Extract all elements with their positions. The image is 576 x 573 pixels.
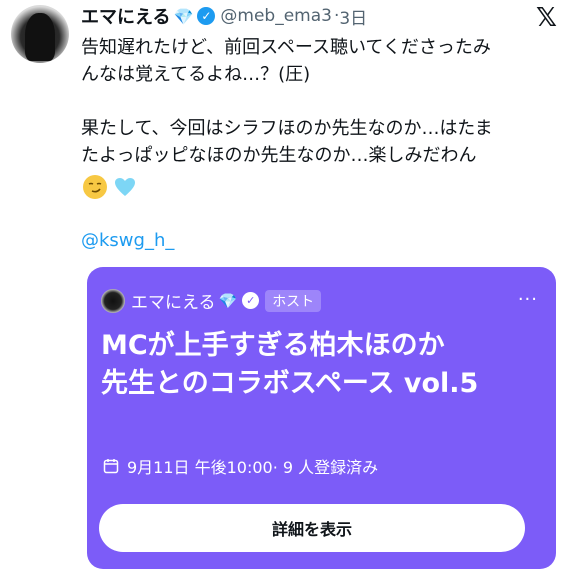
space-title-line: 先生とのコラボスペース vol.5 <box>101 368 479 399</box>
tweet-line: たよっぱッピなほのか先生なのか…楽しみだわん <box>81 145 477 166</box>
light-blue-heart-icon <box>113 175 137 199</box>
space-title: MCが上手すぎる柏木ほのか 先生とのコラボスペース vol.5 <box>101 327 551 403</box>
host-badge: ホスト <box>265 289 322 312</box>
host-name: エマにえる <box>131 293 216 313</box>
space-schedule: 9月11日 午後10:00· 9 人登録済み <box>103 454 378 478</box>
mention-link[interactable]: @kswg_h_ <box>81 230 174 251</box>
space-title-line: MCが上手すぎる柏木ほのか <box>101 330 445 361</box>
gem-icon: 💎 <box>173 6 194 26</box>
author-handle[interactable]: @meb_ema3 <box>220 6 332 26</box>
tweet-line: 果たして、今回はシラフほのか先生なのか…はたま <box>81 118 493 139</box>
space-host: エマにえる 💎 ✓ ホスト <box>101 288 322 313</box>
more-options-icon[interactable]: ··· <box>518 289 538 310</box>
author-avatar[interactable] <box>11 5 69 63</box>
view-details-button[interactable]: 詳細を表示 <box>99 504 525 552</box>
author-name[interactable]: エマにえる <box>81 3 170 29</box>
tweet-text: 告知遅れたけど、前回スペース聴いてくださったみ んなは覚えてるよね…？(圧) 果… <box>81 34 561 169</box>
smirk-emoji-icon <box>83 175 107 199</box>
emoji-row <box>83 175 137 199</box>
verified-badge-icon: ✓ <box>197 7 216 25</box>
schedule-text: 9月11日 午後10:00· 9 人登録済み <box>127 458 379 477</box>
host-avatar <box>101 288 125 313</box>
x-logo-icon[interactable]: 𝕏 <box>536 3 557 33</box>
tweet-line: 告知遅れたけど、前回スペース聴いてくださったみ <box>81 37 491 58</box>
space-card[interactable]: エマにえる 💎 ✓ ホスト ··· MCが上手すぎる柏木ほのか 先生とのコラボス… <box>87 267 556 569</box>
verified-badge-icon: ✓ <box>242 292 260 309</box>
calendar-icon <box>103 459 119 474</box>
tweet-line: んなは覚えてるよね…？(圧) <box>81 64 311 85</box>
tweet-header: エマにえる 💎 ✓ @meb_ema3 · 3日 <box>81 3 367 29</box>
gem-icon: 💎 <box>218 291 238 310</box>
tweet-time[interactable]: 3日 <box>339 4 367 29</box>
